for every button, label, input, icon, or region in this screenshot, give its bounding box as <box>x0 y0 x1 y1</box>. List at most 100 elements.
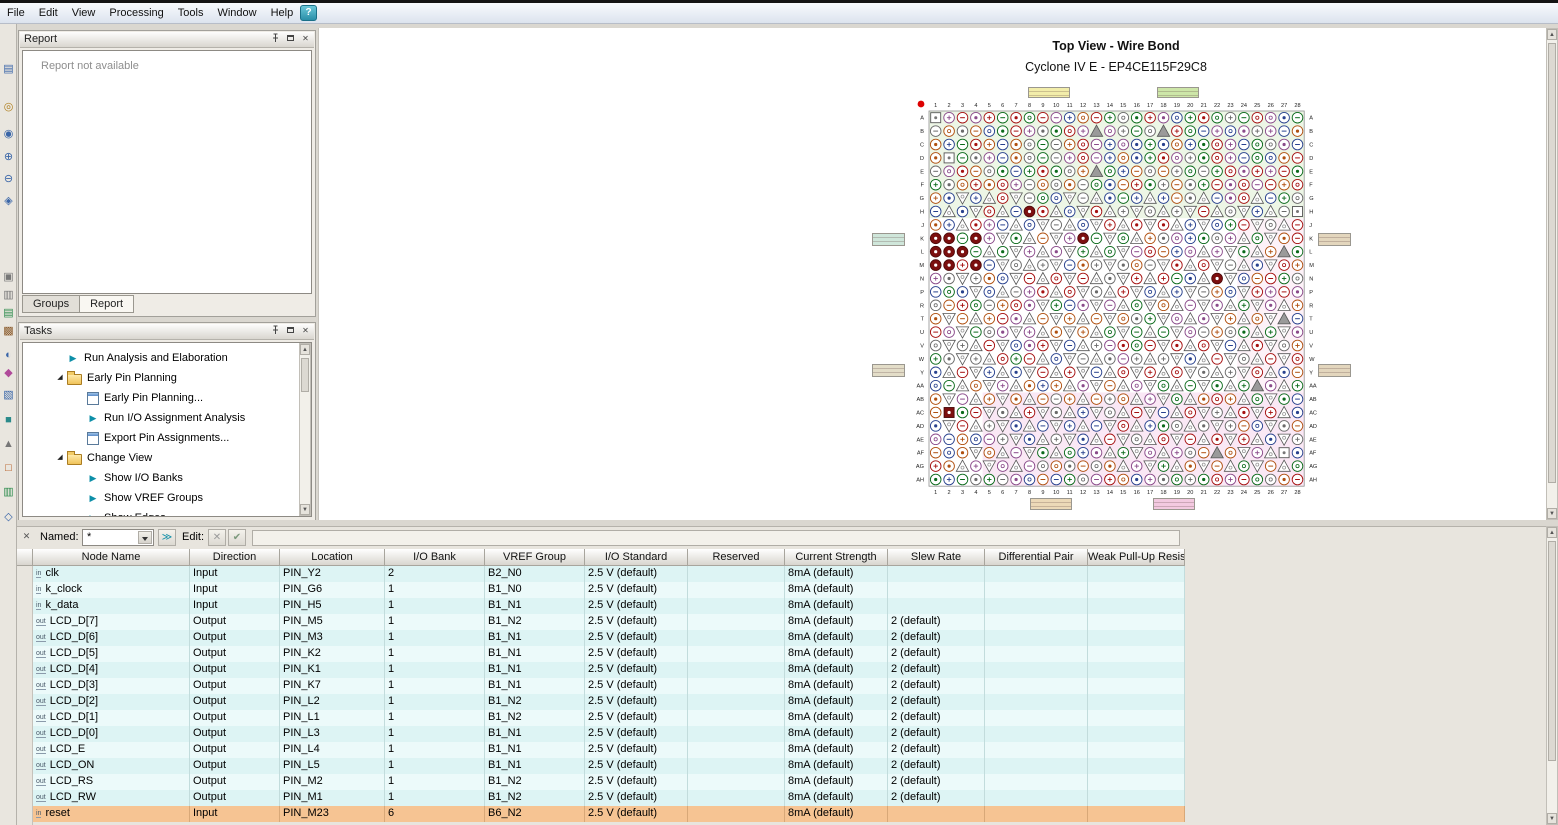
named-filter-select[interactable]: * <box>82 529 154 546</box>
column-header-direction[interactable]: Direction <box>190 549 280 566</box>
scroll-down-icon[interactable]: ▼ <box>1547 508 1557 519</box>
cell-slew-rate <box>888 566 985 582</box>
column-header-current-strength[interactable]: Current Strength <box>785 549 888 566</box>
tasks-content: ▶Run Analysis and Elaboration◢Early Pin … <box>22 342 312 517</box>
menu-file[interactable]: File <box>0 4 32 22</box>
pin-row-reset[interactable]: inresetInputPIN_M236B6_N22.5 V (default)… <box>33 806 1185 822</box>
pin-row-k-clock[interactable]: ink_clockInputPIN_G61B1_N02.5 V (default… <box>33 582 1185 598</box>
pin-row-lcd-on[interactable]: outLCD_ONOutputPIN_L51B1_N12.5 V (defaul… <box>33 758 1185 774</box>
scroll-down-icon[interactable]: ▼ <box>300 504 310 515</box>
task-export-pin-assignments[interactable]: Export Pin Assignments... <box>23 428 311 448</box>
pin-row-clk[interactable]: inclkInputPIN_Y22B2_N02.5 V (default)8mA… <box>33 566 1185 582</box>
show-io-banks-icon[interactable]: ■ <box>1 413 16 428</box>
show-vref-groups-icon[interactable]: ▲ <box>1 437 16 452</box>
scroll-up-icon[interactable]: ▲ <box>1547 527 1557 538</box>
task-early-pin-planning[interactable]: ◢Early Pin Planning <box>23 368 311 388</box>
task-show-vref-groups[interactable]: ▶Show VREF Groups <box>23 488 311 508</box>
task-run-analysis-and-elaboration[interactable]: ▶Run Analysis and Elaboration <box>23 348 311 368</box>
cell-reserved <box>688 742 785 758</box>
bottom-view-icon[interactable]: ▥ <box>1 288 16 303</box>
main-scrollbar[interactable]: ▲ ▼ <box>1546 28 1558 520</box>
pin-row-lcd-d-4[interactable]: outLCD_D[4]OutputPIN_K11B1_N12.5 V (defa… <box>33 662 1185 678</box>
pin-panel-icon[interactable] <box>269 33 282 45</box>
tab-report[interactable]: Report <box>79 295 134 313</box>
legend-icon[interactable]: ◇ <box>1 510 16 525</box>
top-view-icon[interactable]: ▣ <box>1 270 16 285</box>
task-show-i-o-banks[interactable]: ▶Show I/O Banks <box>23 468 311 488</box>
node-finder-button[interactable]: ≫ <box>158 529 176 546</box>
menu-window[interactable]: Window <box>210 4 263 22</box>
menu-view[interactable]: View <box>65 4 103 22</box>
new-document-icon[interactable]: ▤ <box>1 62 16 77</box>
task-early-pin-planning[interactable]: Early Pin Planning... <box>23 388 311 408</box>
zoom-out-icon[interactable]: ⊖ <box>1 172 16 187</box>
scroll-up-icon[interactable]: ▲ <box>300 344 310 355</box>
rotate-view-icon[interactable]: ◎ <box>1 100 16 115</box>
menu-tools[interactable]: Tools <box>171 4 211 22</box>
pin-row-lcd-d-1[interactable]: outLCD_D[1]OutputPIN_L11B1_N22.5 V (defa… <box>33 710 1185 726</box>
expander-icon[interactable]: ◢ <box>53 368 67 388</box>
pin-row-lcd-d-7[interactable]: outLCD_D[7]OutputPIN_M51B1_N22.5 V (defa… <box>33 614 1185 630</box>
column-header-weak-pull-up-resistor[interactable]: Weak Pull-Up Resistor <box>1088 549 1185 566</box>
column-header-i-o-standard[interactable]: I/O Standard <box>585 549 688 566</box>
expander-icon[interactable]: ◢ <box>53 448 67 468</box>
zoom-icon[interactable]: ◉ <box>1 127 16 142</box>
table-scrollbar[interactable]: ▲ ▼ <box>1546 526 1558 825</box>
task-change-view[interactable]: ◢Change View <box>23 448 311 468</box>
zoom-in-icon[interactable]: ⊕ <box>1 150 16 165</box>
cell-current-strength: 8mA (default) <box>785 790 888 806</box>
cell-weak-pull-up-resistor <box>1088 790 1185 806</box>
dropdown-arrow-icon[interactable] <box>138 531 152 544</box>
task-run-i-o-assignment-analysis[interactable]: ▶Run I/O Assignment Analysis <box>23 408 311 428</box>
package-svg[interactable]: 1122334455667788991010111112121313141415… <box>905 94 1320 500</box>
float-panel-icon[interactable] <box>284 33 297 45</box>
column-header-slew-rate[interactable]: Slew Rate <box>888 549 985 566</box>
pin-row-k-data[interactable]: ink_dataInputPIN_H51B1_N12.5 V (default)… <box>33 598 1185 614</box>
pad-view-icon[interactable]: ◐ <box>1 348 16 363</box>
package-view-icon[interactable]: ▩ <box>1 324 16 339</box>
report-tool-icon[interactable]: ▥ <box>1 485 16 500</box>
show-edges-icon[interactable]: □ <box>1 461 16 476</box>
pin-list-icon[interactable]: ▤ <box>1 306 16 321</box>
tasks-scrollbar[interactable]: ▲ ▼ <box>299 343 311 516</box>
pin-panel-icon[interactable] <box>269 325 282 337</box>
pin-row-lcd-rw[interactable]: outLCD_RWOutputPIN_M11B1_N22.5 V (defaul… <box>33 790 1185 806</box>
close-panel-icon[interactable]: ✕ <box>299 33 312 45</box>
menu-help[interactable]: Help <box>264 4 301 22</box>
pin-row-lcd-d-5[interactable]: outLCD_D[5]OutputPIN_K21B1_N12.5 V (defa… <box>33 646 1185 662</box>
close-panel-icon[interactable]: ✕ <box>20 530 33 543</box>
pin-row-lcd-rs[interactable]: outLCD_RSOutputPIN_M21B1_N22.5 V (defaul… <box>33 774 1185 790</box>
pin-row-lcd-d-3[interactable]: outLCD_D[3]OutputPIN_K71B1_N12.5 V (defa… <box>33 678 1185 694</box>
scroll-up-icon[interactable]: ▲ <box>1547 29 1557 40</box>
highlight-pins-icon[interactable]: ◆ <box>1 366 16 381</box>
pin-row-lcd-d-2[interactable]: outLCD_D[2]OutputPIN_L21B1_N22.5 V (defa… <box>33 694 1185 710</box>
edit-cancel-icon[interactable]: ✕ <box>208 529 226 546</box>
assign-pins-icon[interactable]: ▧ <box>1 388 16 403</box>
edit-accept-icon[interactable]: ✔ <box>228 529 246 546</box>
context-help-icon[interactable]: ? <box>300 5 317 21</box>
scroll-down-icon[interactable]: ▼ <box>1547 813 1557 824</box>
cell-node-name: outLCD_ON <box>33 758 190 774</box>
column-header-location[interactable]: Location <box>280 549 385 566</box>
scrollbar-thumb[interactable] <box>1548 43 1556 483</box>
scrollbar-thumb[interactable] <box>301 358 309 392</box>
scrollbar-thumb[interactable] <box>1548 541 1556 761</box>
column-header-node-name[interactable]: Node Name <box>33 549 190 566</box>
column-header-vref-group[interactable]: VREF Group <box>485 549 585 566</box>
fit-view-icon[interactable]: ◈ <box>1 194 16 209</box>
pin-row-lcd-e[interactable]: outLCD_EOutputPIN_L41B1_N12.5 V (default… <box>33 742 1185 758</box>
tab-groups[interactable]: Groups <box>22 295 80 313</box>
pin-row-lcd-d-6[interactable]: outLCD_D[6]OutputPIN_M31B1_N12.5 V (defa… <box>33 630 1185 646</box>
column-header-differential-pair[interactable]: Differential Pair <box>985 549 1088 566</box>
task-show-edges[interactable]: ▶Show Edges <box>23 508 311 517</box>
edit-input[interactable] <box>252 530 1180 546</box>
cell-reserved <box>688 790 785 806</box>
column-header-reserved[interactable]: Reserved <box>688 549 785 566</box>
menu-processing[interactable]: Processing <box>102 4 170 22</box>
column-header-i-o-bank[interactable]: I/O Bank <box>385 549 485 566</box>
pin-row-lcd-d-0[interactable]: outLCD_D[0]OutputPIN_L31B1_N12.5 V (defa… <box>33 726 1185 742</box>
float-panel-icon[interactable] <box>284 325 297 337</box>
close-panel-icon[interactable]: ✕ <box>299 325 312 337</box>
menu-edit[interactable]: Edit <box>32 4 65 22</box>
cell-current-strength: 8mA (default) <box>785 566 888 582</box>
